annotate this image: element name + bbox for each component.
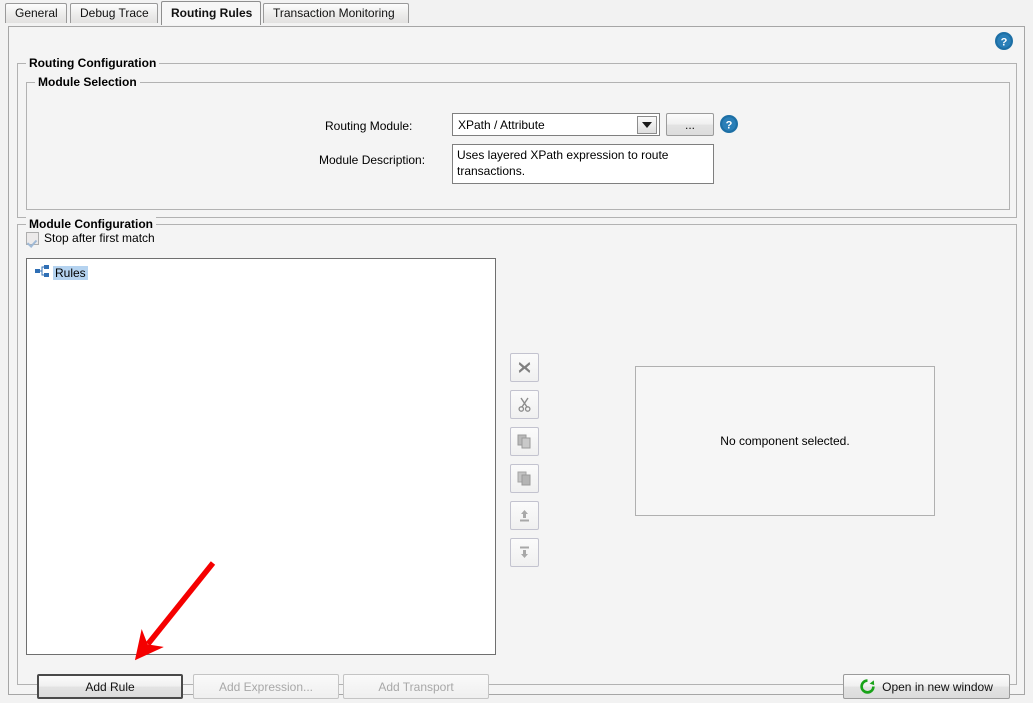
arrow-up-icon bbox=[520, 510, 529, 522]
tree-node-rules[interactable]: Rules bbox=[35, 265, 88, 280]
add-rule-button[interactable]: Add Rule bbox=[37, 674, 183, 699]
routing-module-value: XPath / Attribute bbox=[458, 117, 545, 132]
delete-button[interactable] bbox=[510, 353, 539, 382]
module-configuration-title: Module Configuration bbox=[26, 217, 156, 231]
paste-button[interactable] bbox=[510, 464, 539, 493]
stop-after-first-match-label: Stop after first match bbox=[44, 231, 155, 245]
tab-debug-trace[interactable]: Debug Trace bbox=[70, 3, 158, 23]
green-refresh-icon bbox=[860, 679, 875, 694]
copy-icon bbox=[517, 434, 531, 449]
component-preview-panel: No component selected. bbox=[635, 366, 935, 516]
open-in-new-window-label: Open in new window bbox=[882, 679, 993, 694]
routing-configuration-group: Routing Configuration Module Selection R… bbox=[17, 56, 1017, 218]
svg-text:?: ? bbox=[1001, 37, 1008, 49]
paste-icon bbox=[517, 471, 531, 486]
add-expression-button[interactable]: Add Expression... bbox=[193, 674, 339, 699]
tab-transaction-monitoring[interactable]: Transaction Monitoring bbox=[263, 3, 409, 23]
no-component-selected-message: No component selected. bbox=[720, 434, 850, 448]
move-down-button[interactable] bbox=[510, 538, 539, 567]
help-circle-icon[interactable]: ? bbox=[994, 31, 1014, 54]
tab-general[interactable]: General bbox=[5, 3, 67, 23]
cut-button[interactable] bbox=[510, 390, 539, 419]
add-transport-button[interactable]: Add Transport bbox=[343, 674, 489, 699]
hierarchy-icon bbox=[35, 265, 49, 280]
tab-routing-rules[interactable]: Routing Rules bbox=[161, 1, 261, 25]
scissors-icon bbox=[518, 397, 531, 412]
tab-bar: General Debug Trace Routing Rules Transa… bbox=[0, 0, 1033, 26]
move-up-button[interactable] bbox=[510, 501, 539, 530]
svg-text:?: ? bbox=[726, 120, 733, 132]
stop-after-first-match-checkbox[interactable] bbox=[26, 231, 39, 245]
copy-button[interactable] bbox=[510, 427, 539, 456]
module-help-icon[interactable]: ? bbox=[719, 114, 739, 137]
delete-x-icon bbox=[518, 362, 531, 373]
module-selection-group: Module Selection Routing Module: XPath /… bbox=[26, 75, 1010, 210]
browse-module-button[interactable]: ... bbox=[666, 113, 714, 136]
rules-tree[interactable]: Rules bbox=[26, 258, 496, 655]
module-description-text: Uses layered XPath expression to route t… bbox=[452, 144, 714, 184]
open-in-new-window-button[interactable]: Open in new window bbox=[843, 674, 1010, 699]
stop-after-first-match-row[interactable]: Stop after first match bbox=[26, 231, 155, 245]
routing-module-label: Routing Module: bbox=[325, 119, 413, 133]
application-window: General Debug Trace Routing Rules Transa… bbox=[0, 0, 1033, 703]
module-configuration-group: Module Configuration Stop after first ma… bbox=[17, 217, 1017, 699]
tree-node-label: Rules bbox=[53, 265, 88, 280]
module-description-label: Module Description: bbox=[319, 153, 426, 167]
arrow-down-icon bbox=[520, 546, 529, 558]
routing-configuration-title: Routing Configuration bbox=[26, 56, 160, 70]
routing-module-select[interactable]: XPath / Attribute bbox=[452, 113, 660, 136]
module-selection-title: Module Selection bbox=[35, 75, 140, 89]
routing-rules-panel: ? Routing Configuration Module Selection… bbox=[8, 26, 1025, 699]
chevron-down-icon[interactable] bbox=[637, 115, 657, 134]
